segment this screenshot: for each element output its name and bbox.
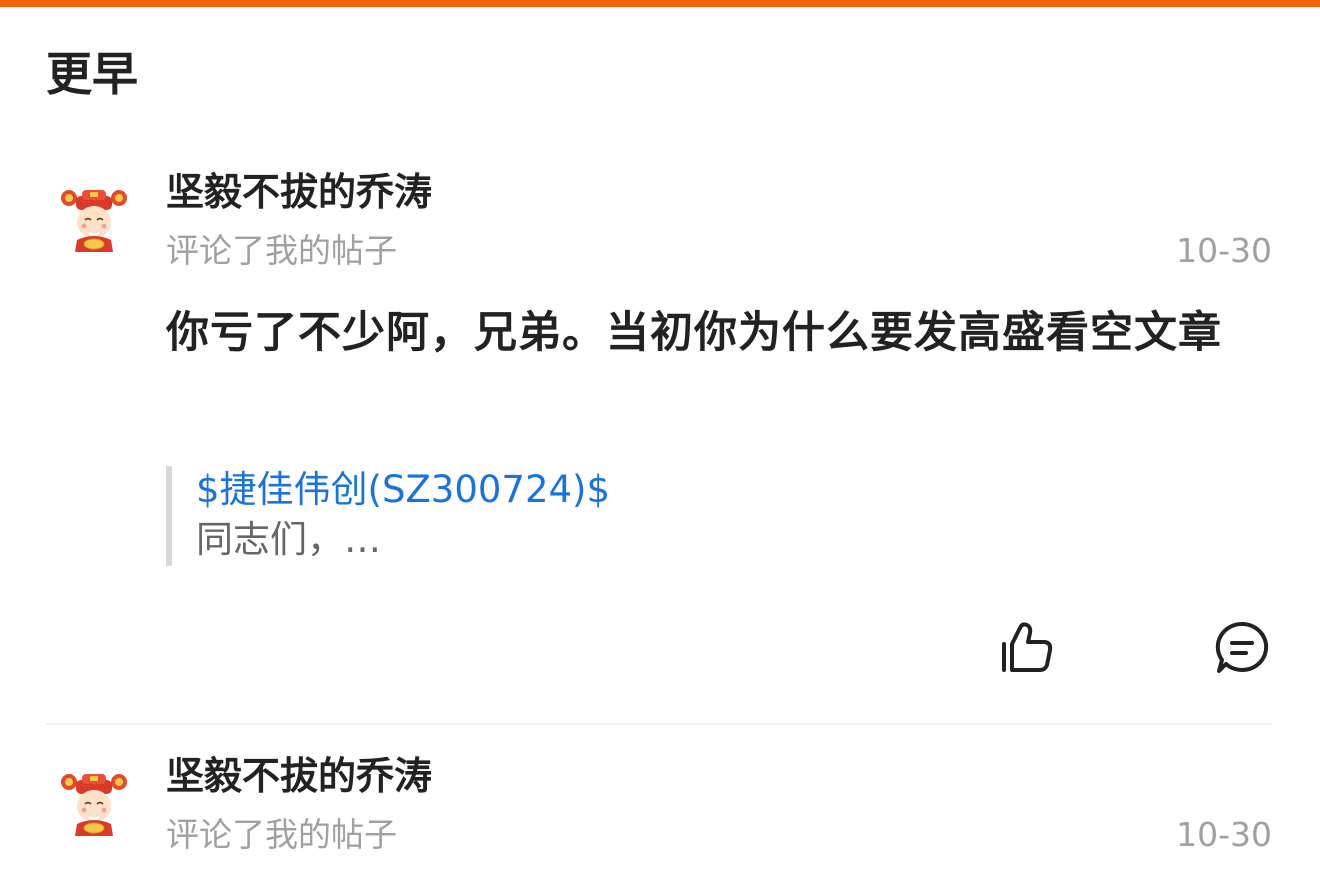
stock-link[interactable]: $捷佳伟创(SZ300724)$ [196, 466, 1266, 514]
notification-action-text: 评论了我的帖子 [166, 815, 397, 854]
section-title: 更早 [46, 47, 138, 101]
notification-date: 10-30 [1176, 231, 1272, 270]
comment-text: 你亏了不少阿，兄弟。当初你为什么要发高盛看空文章 [166, 308, 1222, 358]
quoted-post[interactable]: $捷佳伟创(SZ300724)$ 同志们，… [166, 466, 1266, 566]
notification-action-text: 评论了我的帖子 [166, 231, 397, 270]
notification-item[interactable]: 坚毅不拔的乔涛 评论了我的帖子 10-30 你亏了不少阿，兄弟。当初你为什么要发… [0, 160, 1320, 726]
thumbs-up-icon [1002, 622, 1053, 672]
user-avatar[interactable] [58, 184, 130, 256]
top-accent-bar [0, 0, 1320, 7]
reply-button[interactable] [1212, 618, 1272, 678]
notification-item[interactable]: 坚毅不拔的乔涛 评论了我的帖子 10-30 [0, 744, 1320, 880]
quoted-post-excerpt: 同志们，… [196, 518, 381, 561]
item-divider [46, 723, 1272, 725]
like-button[interactable] [996, 618, 1056, 678]
caishen-avatar-icon [61, 774, 127, 836]
author-name[interactable]: 坚毅不拔的乔涛 [166, 752, 432, 800]
author-name[interactable]: 坚毅不拔的乔涛 [166, 168, 432, 216]
user-avatar[interactable] [58, 768, 130, 840]
notification-date: 10-30 [1176, 815, 1272, 854]
comment-icon [1215, 621, 1269, 673]
caishen-avatar-icon [61, 190, 127, 252]
